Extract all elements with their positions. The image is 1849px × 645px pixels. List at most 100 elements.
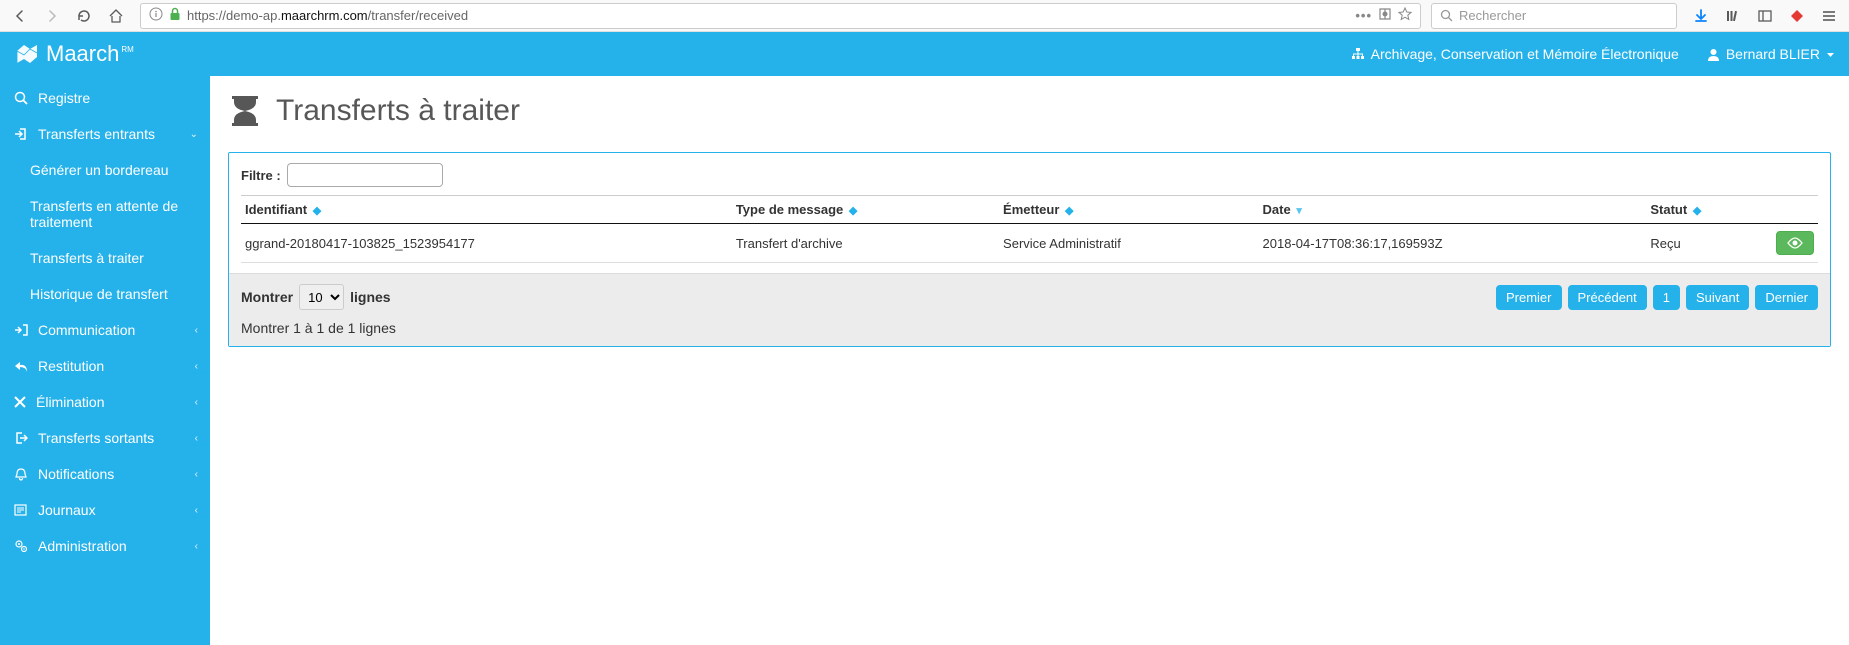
col-identifiant[interactable]: Identifiant ◆: [241, 196, 732, 224]
sidebar-item-registre[interactable]: Registre: [0, 80, 210, 116]
page-actions-icon[interactable]: •••: [1355, 8, 1372, 23]
pager-last[interactable]: Dernier: [1755, 285, 1818, 310]
library-button[interactable]: [1719, 2, 1747, 30]
bookmark-star-icon[interactable]: [1398, 7, 1412, 24]
transfers-table: Identifiant ◆ Type de message ◆ Émetteur…: [241, 195, 1818, 263]
app-body: Registre Transferts entrants ⌄ Générer u…: [0, 76, 1849, 645]
page-size-group: Montrer 10 lignes: [241, 284, 391, 310]
col-emetteur[interactable]: Émetteur ◆: [999, 196, 1258, 224]
home-button[interactable]: [102, 2, 130, 30]
show-label-before: Montrer: [241, 289, 293, 305]
sidebar-item-notifications[interactable]: Notifications ‹: [0, 456, 210, 492]
brand-name: Maarch: [46, 41, 119, 67]
reader-mode-icon[interactable]: [1378, 7, 1392, 24]
col-statut[interactable]: Statut ◆: [1646, 196, 1768, 224]
panel-footer: Montrer 10 lignes Premier Précédent 1 Su…: [229, 273, 1830, 346]
sidebar-sub-generer-bordereau[interactable]: Générer un bordereau: [0, 152, 210, 188]
eye-icon: [1787, 237, 1803, 249]
cogs-icon: [14, 539, 28, 553]
sort-icon: ◆: [1693, 205, 1701, 217]
sidebar-item-label: Administration: [38, 538, 127, 554]
url-text: https://demo-ap.maarchrm.com/transfer/re…: [187, 8, 1349, 23]
chevron-left-icon: ‹: [195, 469, 198, 480]
filter-row: Filtre :: [241, 163, 1818, 187]
sort-icon: ◆: [313, 205, 321, 217]
menu-button[interactable]: [1815, 2, 1843, 30]
extension-icon[interactable]: [1783, 2, 1811, 30]
page-size-select[interactable]: 10: [299, 284, 344, 310]
col-date[interactable]: Date ▾: [1259, 196, 1647, 224]
sidebar-item-communication[interactable]: Communication ‹: [0, 312, 210, 348]
pager: Premier Précédent 1 Suivant Dernier: [1496, 285, 1818, 310]
sidebar-item-transferts-sortants[interactable]: Transferts sortants ‹: [0, 420, 210, 456]
back-button[interactable]: [6, 2, 34, 30]
brand-logo-icon: [14, 41, 40, 67]
header-title[interactable]: Archivage, Conservation et Mémoire Élect…: [1351, 46, 1679, 62]
pager-page-1[interactable]: 1: [1653, 285, 1680, 310]
sidebar-item-journaux[interactable]: Journaux ‹: [0, 492, 210, 528]
downloads-button[interactable]: [1687, 2, 1715, 30]
sort-desc-icon: ▾: [1296, 205, 1302, 217]
sidebar-sub-transferts-attente[interactable]: Transferts en attente de traitement: [0, 188, 210, 240]
table-row: ggrand-20180417-103825_1523954177 Transf…: [241, 224, 1818, 263]
bell-icon: [14, 467, 28, 481]
chevron-left-icon: ‹: [195, 541, 198, 552]
chevron-left-icon: ‹: [195, 397, 198, 408]
sidebar: Registre Transferts entrants ⌄ Générer u…: [0, 76, 210, 645]
sidebar-item-label: Transferts en attente de traitement: [30, 198, 178, 230]
search-box[interactable]: Rechercher: [1431, 3, 1677, 29]
url-box[interactable]: https://demo-ap.maarchrm.com/transfer/re…: [140, 3, 1421, 29]
sidebar-item-label: Restitution: [38, 358, 104, 374]
sidebar-sub-historique-transfert[interactable]: Historique de transfert: [0, 276, 210, 312]
sidebar-item-label: Élimination: [36, 394, 104, 410]
cell-date: 2018-04-17T08:36:17,169593Z: [1259, 224, 1647, 263]
sidebar-item-label: Notifications: [38, 466, 114, 482]
brand-sub: RM: [121, 45, 133, 54]
sort-icon: ◆: [849, 205, 857, 217]
sidebar-item-label: Journaux: [38, 502, 96, 518]
sidebar-toggle-button[interactable]: [1751, 2, 1779, 30]
pager-next[interactable]: Suivant: [1686, 285, 1749, 310]
user-menu[interactable]: Bernard BLIER: [1707, 46, 1835, 62]
show-label-after: lignes: [350, 289, 390, 305]
sidebar-sub-transferts-traiter[interactable]: Transferts à traiter: [0, 240, 210, 276]
pager-first[interactable]: Premier: [1496, 285, 1562, 310]
sidebar-item-administration[interactable]: Administration ‹: [0, 528, 210, 564]
sign-out-icon: [14, 431, 28, 445]
chevron-left-icon: ‹: [195, 325, 198, 336]
user-icon: [1707, 48, 1720, 61]
chevron-left-icon: ‹: [195, 505, 198, 516]
info-icon: [149, 7, 163, 24]
app-header: Maarch RM Archivage, Conservation et Mém…: [0, 32, 1849, 76]
caret-down-icon: [1826, 50, 1835, 59]
view-button[interactable]: [1776, 231, 1814, 255]
forward-button[interactable]: [38, 2, 66, 30]
filter-input[interactable]: [287, 163, 443, 187]
transfers-panel: Filtre : Identifiant ◆ Type de message ◆…: [228, 152, 1831, 347]
cell-id: ggrand-20180417-103825_1523954177: [241, 224, 732, 263]
col-type[interactable]: Type de message ◆: [732, 196, 999, 224]
pager-summary: Montrer 1 à 1 de 1 lignes: [241, 310, 1818, 336]
pager-prev[interactable]: Précédent: [1568, 285, 1647, 310]
sidebar-item-transferts-entrants[interactable]: Transferts entrants ⌄: [0, 116, 210, 152]
sidebar-item-elimination[interactable]: Élimination ‹: [0, 384, 210, 420]
sidebar-item-label: Transferts à traiter: [30, 250, 144, 266]
chevron-down-icon: ⌄: [190, 129, 198, 140]
col-actions: [1768, 196, 1818, 224]
reply-icon: [14, 359, 28, 373]
browser-toolbar: https://demo-ap.maarchrm.com/transfer/re…: [0, 0, 1849, 32]
newspaper-icon: [14, 503, 28, 517]
page-title: Transferts à traiter: [228, 94, 1831, 128]
user-name: Bernard BLIER: [1726, 46, 1820, 62]
sort-icon: ◆: [1065, 205, 1073, 217]
sidebar-item-restitution[interactable]: Restitution ‹: [0, 348, 210, 384]
sidebar-item-label: Générer un bordereau: [30, 162, 169, 178]
brand[interactable]: Maarch RM: [14, 41, 134, 67]
sitemap-icon: [1351, 47, 1365, 61]
reload-button[interactable]: [70, 2, 98, 30]
sidebar-item-label: Communication: [38, 322, 135, 338]
cell-emitter: Service Administratif: [999, 224, 1258, 263]
search-placeholder: Rechercher: [1459, 8, 1526, 23]
times-icon: [14, 396, 26, 408]
share-icon: [14, 323, 28, 337]
